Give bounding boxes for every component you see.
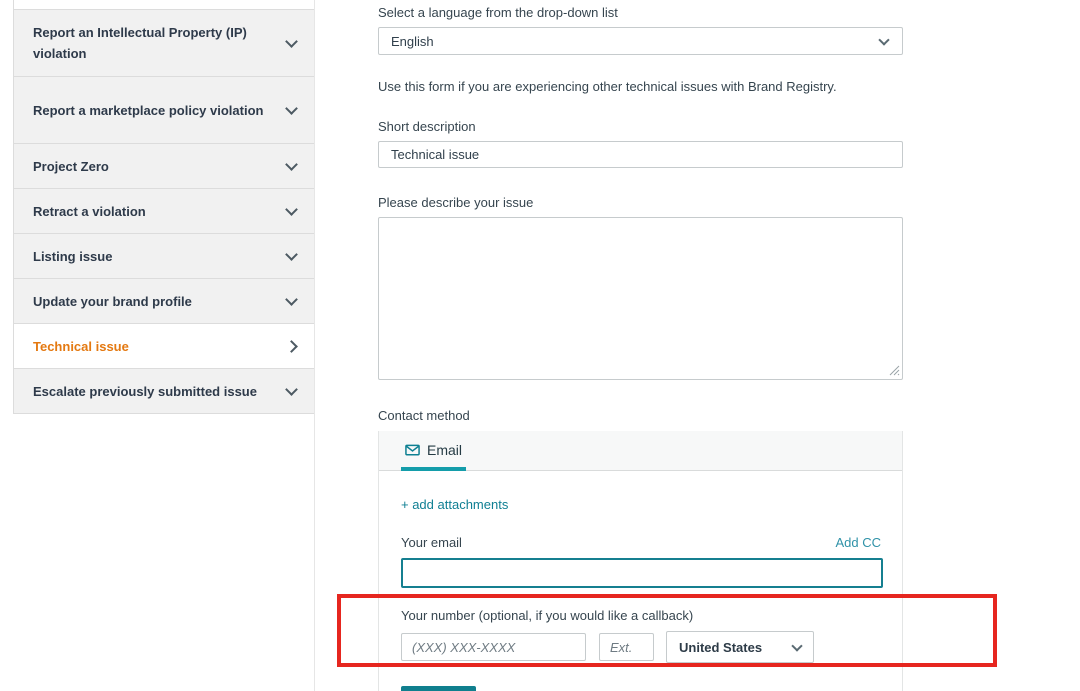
sidebar-item-label: Project Zero bbox=[33, 158, 109, 174]
form-intro-text: Use this form if you are experiencing ot… bbox=[378, 79, 837, 94]
contact-method-tabstrip: Email bbox=[379, 431, 902, 471]
describe-issue-label: Please describe your issue bbox=[378, 195, 534, 210]
email-label-row: Your email Add CC bbox=[401, 535, 881, 550]
tab-email-label: Email bbox=[427, 442, 463, 458]
add-attachments-link[interactable]: + add attachments bbox=[401, 497, 508, 512]
sidebar-item-label: Escalate previously submitted issue bbox=[33, 383, 257, 399]
sidebar-item-listing-issue[interactable]: Listing issue bbox=[14, 234, 314, 279]
short-description-label: Short description bbox=[378, 119, 476, 134]
chevron-right-icon bbox=[285, 339, 298, 353]
phone-ext-input[interactable] bbox=[599, 633, 654, 661]
add-cc-link[interactable]: Add CC bbox=[835, 535, 881, 550]
chevron-down-icon bbox=[285, 247, 298, 261]
chevron-down-icon bbox=[285, 202, 298, 216]
your-email-input[interactable] bbox=[401, 558, 883, 588]
sidebar-item-label: Update your brand profile bbox=[33, 293, 192, 309]
contact-method-label: Contact method bbox=[378, 408, 470, 423]
chevron-down-icon bbox=[285, 34, 298, 48]
your-email-label: Your email bbox=[401, 535, 462, 550]
language-select[interactable]: English bbox=[378, 27, 903, 55]
chevron-down-icon bbox=[878, 33, 890, 46]
sidebar-item-label: Report an Intellectual Property (IP) vio… bbox=[33, 25, 247, 61]
sidebar-item-report-marketplace-policy-violation[interactable]: Report a marketplace policy violation bbox=[14, 77, 314, 144]
sidebar-item-retract-a-violation[interactable]: Retract a violation bbox=[14, 189, 314, 234]
contact-method-panel: Email + add attachments Your email Add C… bbox=[378, 431, 903, 691]
chevron-down-icon bbox=[285, 292, 298, 306]
sidebar-item-escalate-previously-submitted-issue[interactable]: Escalate previously submitted issue bbox=[14, 369, 314, 414]
sidebar-item-report-ip-violation[interactable]: Report an Intellectual Property (IP) vio… bbox=[14, 10, 314, 77]
phone-number-input[interactable] bbox=[401, 633, 586, 661]
envelope-icon bbox=[405, 444, 420, 456]
sidebar-item-update-your-brand-profile[interactable]: Update your brand profile bbox=[14, 279, 314, 324]
language-select-value: English bbox=[391, 33, 434, 49]
brand-registry-support-page: Report an Intellectual Property (IP) vio… bbox=[0, 0, 1080, 691]
sidebar-item-label: Technical issue bbox=[33, 338, 129, 354]
chevron-down-icon bbox=[285, 157, 298, 171]
chevron-down-icon bbox=[791, 639, 803, 652]
tab-active-underline bbox=[401, 467, 467, 471]
country-select[interactable]: United States bbox=[666, 631, 814, 663]
describe-issue-textarea[interactable] bbox=[378, 217, 903, 380]
short-description-input[interactable] bbox=[378, 141, 903, 168]
technical-issue-form: Select a language from the drop-down lis… bbox=[378, 0, 903, 691]
resize-grip-icon[interactable] bbox=[889, 365, 900, 376]
language-label: Select a language from the drop-down lis… bbox=[378, 5, 618, 20]
sidebar-item-label: Retract a violation bbox=[33, 203, 146, 219]
your-number-label: Your number (optional, if you would like… bbox=[401, 608, 694, 623]
chevron-down-icon bbox=[285, 101, 298, 115]
sidebar-item-technical-issue[interactable]: Technical issue bbox=[14, 324, 314, 369]
sidebar-item-label: Listing issue bbox=[33, 248, 113, 264]
phone-row: United States bbox=[401, 631, 881, 663]
sidebar-item-project-zero[interactable]: Project Zero bbox=[14, 144, 314, 189]
support-topics-sidebar: Report an Intellectual Property (IP) vio… bbox=[13, 0, 314, 414]
chevron-down-icon bbox=[285, 382, 298, 396]
column-divider bbox=[314, 0, 315, 691]
contact-method-body: + add attachments Your email Add CC Your… bbox=[379, 471, 902, 691]
sidebar-item-label: Report a marketplace policy violation bbox=[33, 102, 264, 118]
sidebar-partial-row bbox=[14, 0, 314, 10]
country-select-value: United States bbox=[679, 639, 763, 655]
send-button[interactable]: Send bbox=[401, 686, 476, 691]
tab-email[interactable]: Email bbox=[401, 430, 467, 471]
